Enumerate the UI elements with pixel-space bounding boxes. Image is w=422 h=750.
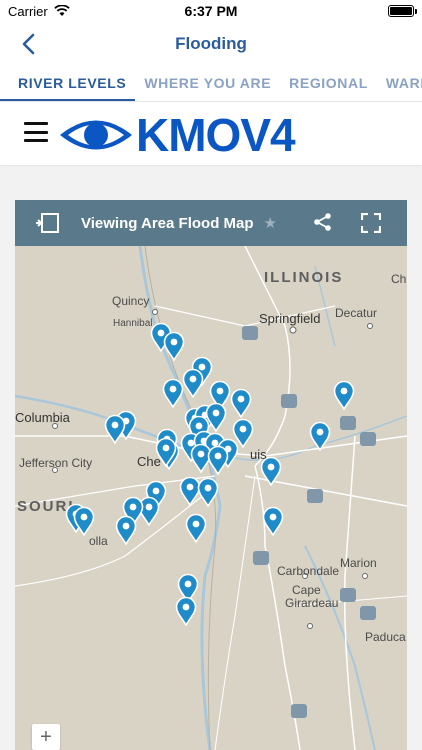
map-marker-icon[interactable] <box>182 368 204 398</box>
map-marker-icon[interactable] <box>333 380 355 410</box>
map-label-cape: Cape <box>292 583 321 597</box>
site-header: KMOV4 <box>0 102 422 166</box>
map-marker-icon[interactable] <box>104 414 126 444</box>
chevron-left-icon <box>22 33 35 55</box>
map-label-jefferson-city: Jefferson City <box>19 456 93 470</box>
map-marker-icon[interactable] <box>73 506 95 536</box>
map-label-quincy: Quincy <box>112 294 150 308</box>
share-icon[interactable] <box>313 212 333 232</box>
hamburger-menu-icon[interactable] <box>24 122 48 142</box>
map-label-columbia: Columbia <box>15 410 70 425</box>
map-marker-icon[interactable] <box>162 378 184 408</box>
map-marker-icon[interactable] <box>260 456 282 486</box>
map-marker-icon[interactable] <box>262 506 284 536</box>
map-label-decatur: Decatur <box>335 306 378 320</box>
map-label-rolla: olla <box>89 534 108 548</box>
map-marker-icon[interactable] <box>230 388 252 418</box>
status-right <box>254 5 417 17</box>
map-marker-icon[interactable] <box>163 331 185 361</box>
page-title: Flooding <box>175 34 247 53</box>
map-marker-icon[interactable] <box>185 513 207 543</box>
tab-where-you-are[interactable]: WHERE YOU ARE <box>135 66 280 101</box>
map-label-carbondale: Carbondale <box>277 564 340 578</box>
map-marker-icon[interactable] <box>175 596 197 626</box>
zoom-in-button[interactable]: + <box>32 724 60 750</box>
tab-warnings[interactable]: WARNING <box>377 66 422 101</box>
flood-map[interactable]: Viewing Area Flood Map ★ ILLINOIS Ch Qui… <box>15 200 407 750</box>
navigation-bar: Flooding <box>0 22 422 66</box>
map-marker-icon[interactable] <box>115 515 137 545</box>
map-label-illinois: ILLINOIS <box>264 269 344 286</box>
map-toolbar: Viewing Area Flood Map ★ <box>15 200 407 246</box>
fullscreen-icon[interactable] <box>361 213 381 233</box>
tab-river-levels[interactable]: RIVER LEVELS <box>0 66 136 101</box>
map-label-springfield: Springfield <box>259 311 321 326</box>
carrier-label: Carrier <box>8 3 48 19</box>
logo-text: KMOV4 <box>136 109 296 161</box>
status-left: Carrier <box>8 4 168 19</box>
map-canvas[interactable]: ILLINOIS Ch Quincy Hannibal Springfield … <box>15 246 407 750</box>
map-marker-icon[interactable] <box>155 437 177 467</box>
back-button[interactable] <box>14 30 42 58</box>
map-label-hannibal: Hannibal <box>113 318 153 329</box>
map-marker-icon[interactable] <box>309 421 331 451</box>
tab-bar: RIVER LEVELS WHERE YOU ARE REGIONAL WARN… <box>0 66 422 102</box>
map-label-girardeau: Girardeau <box>285 596 339 610</box>
map-marker-icon[interactable] <box>207 445 229 475</box>
map-label-ch: Ch <box>391 272 407 286</box>
battery-icon <box>388 5 417 17</box>
side-panel-icon[interactable] <box>35 213 59 233</box>
cbs-eye-icon <box>60 120 132 150</box>
map-title: Viewing Area Flood Map <box>81 214 254 232</box>
map-label-paducah: Paduca <box>365 630 406 644</box>
map-label-marion: Marion <box>340 556 377 570</box>
map-marker-icon[interactable] <box>232 418 254 448</box>
map-marker-icon[interactable] <box>197 477 219 507</box>
star-icon[interactable]: ★ <box>264 214 277 232</box>
status-time: 6:37 PM <box>184 3 238 19</box>
status-bar: Carrier 6:37 PM <box>0 0 422 22</box>
tab-regional[interactable]: REGIONAL <box>280 66 377 101</box>
station-logo: KMOV4 <box>58 109 296 161</box>
wifi-icon <box>54 5 70 16</box>
